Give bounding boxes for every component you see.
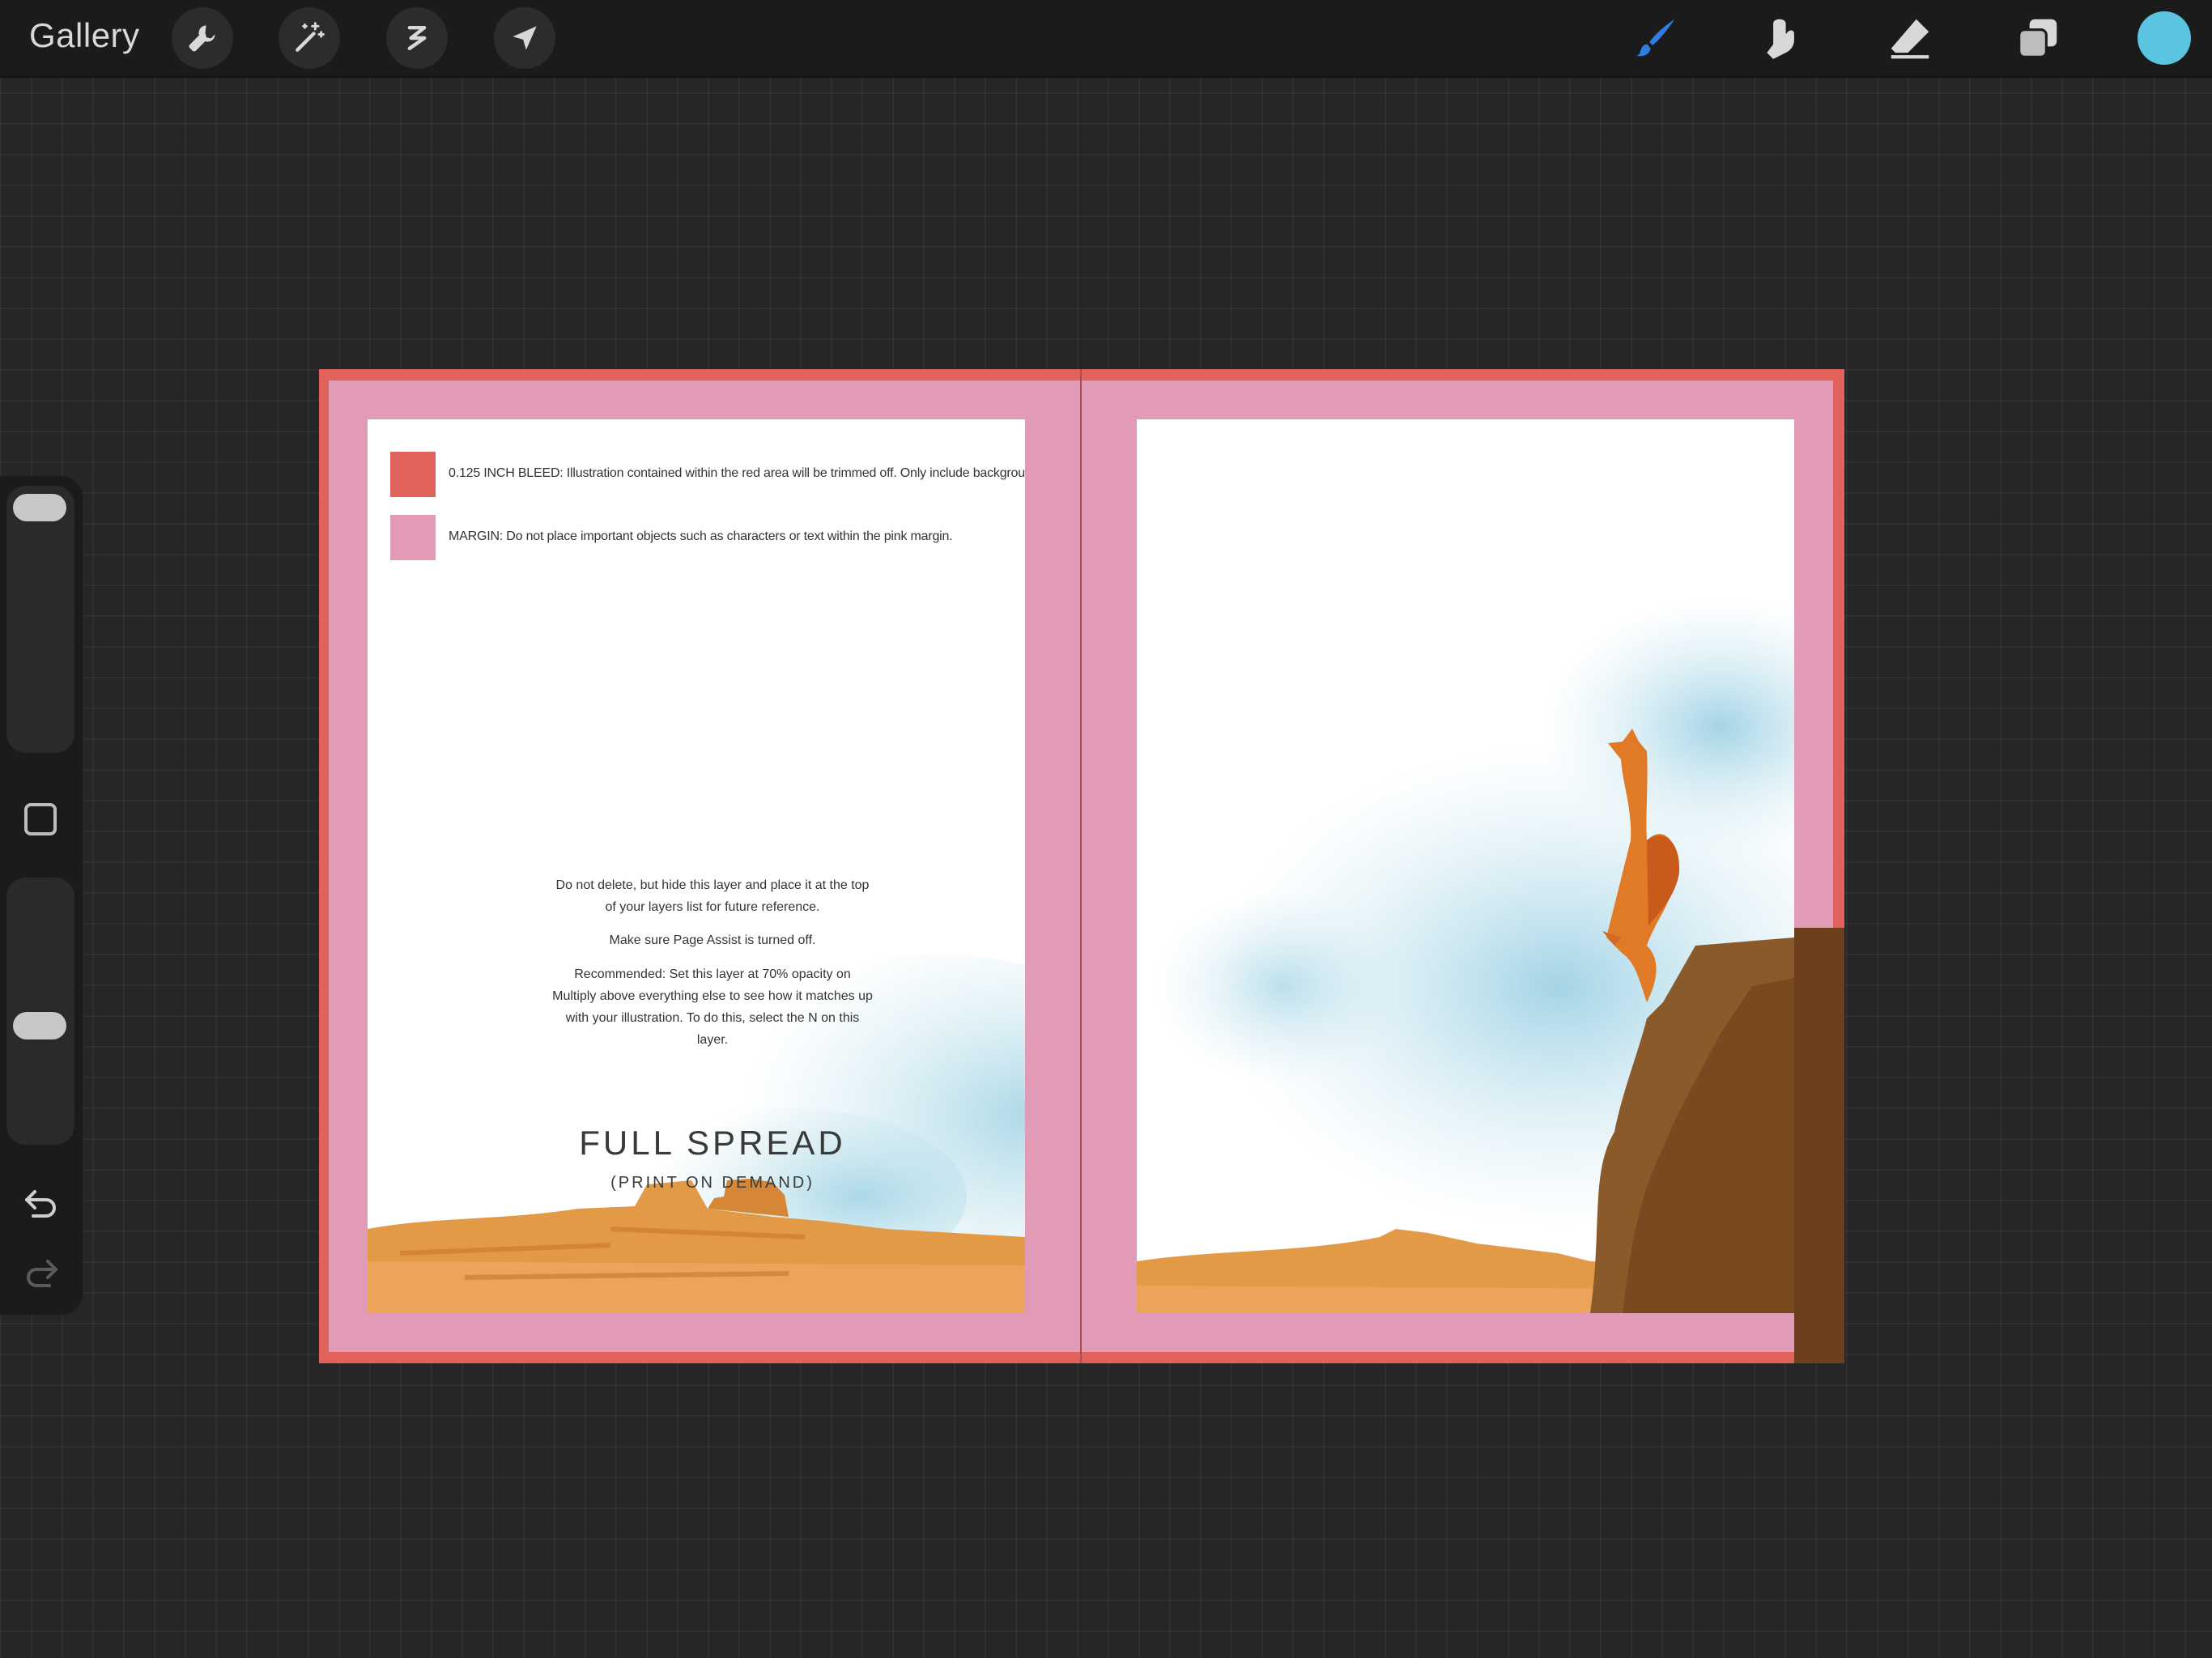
redo-icon[interactable] [19, 1253, 63, 1292]
brush-size-slider[interactable] [6, 486, 74, 753]
bleed-legend-text: 0.125 INCH BLEED: Illustration contained… [449, 466, 1025, 480]
note-hide-layer: Do not delete, but hide this layer and p… [555, 878, 870, 914]
canvas-spread[interactable]: 0.125 INCH BLEED: Illustration contained… [319, 369, 1844, 1363]
opacity-thumb[interactable] [13, 1012, 66, 1039]
sidebar [0, 476, 83, 1315]
undo-icon[interactable] [19, 1184, 63, 1222]
gallery-button[interactable]: Gallery [29, 16, 140, 55]
margin-legend-text: MARGIN: Do not place important objects s… [449, 529, 953, 543]
transform-arrow-icon[interactable] [494, 7, 555, 69]
wrench-icon[interactable] [172, 7, 233, 69]
left-page: 0.125 INCH BLEED: Illustration contained… [368, 419, 1025, 1313]
top-toolbar: Gallery [0, 0, 2212, 78]
modify-button[interactable] [24, 803, 57, 835]
right-page-illustration [1137, 597, 1794, 1313]
spread-title: FULL SPREAD [579, 1124, 846, 1162]
spread-subtitle: (PRINT ON DEMAND) [610, 1174, 815, 1192]
opacity-slider[interactable] [6, 878, 74, 1145]
margin-swatch [390, 515, 436, 560]
note-page-assist: Make sure Page Assist is turned off. [609, 933, 816, 947]
right-page [1137, 419, 1794, 1313]
smudge-icon[interactable] [1757, 11, 1810, 65]
magic-wand-icon[interactable] [279, 7, 340, 69]
gutter-line [1080, 369, 1082, 1363]
eraser-icon[interactable] [1883, 11, 1937, 65]
cliff-bleed-extension [1794, 928, 1844, 1363]
brush-size-thumb[interactable] [13, 494, 66, 521]
color-picker-button[interactable] [2138, 11, 2191, 65]
bleed-swatch [390, 452, 436, 497]
note-recommended: Recommended: Set this layer at 70% opaci… [552, 967, 873, 1047]
layers-icon[interactable] [2011, 11, 2065, 65]
brush-icon[interactable] [1629, 11, 1682, 65]
selection-icon[interactable] [386, 7, 448, 69]
